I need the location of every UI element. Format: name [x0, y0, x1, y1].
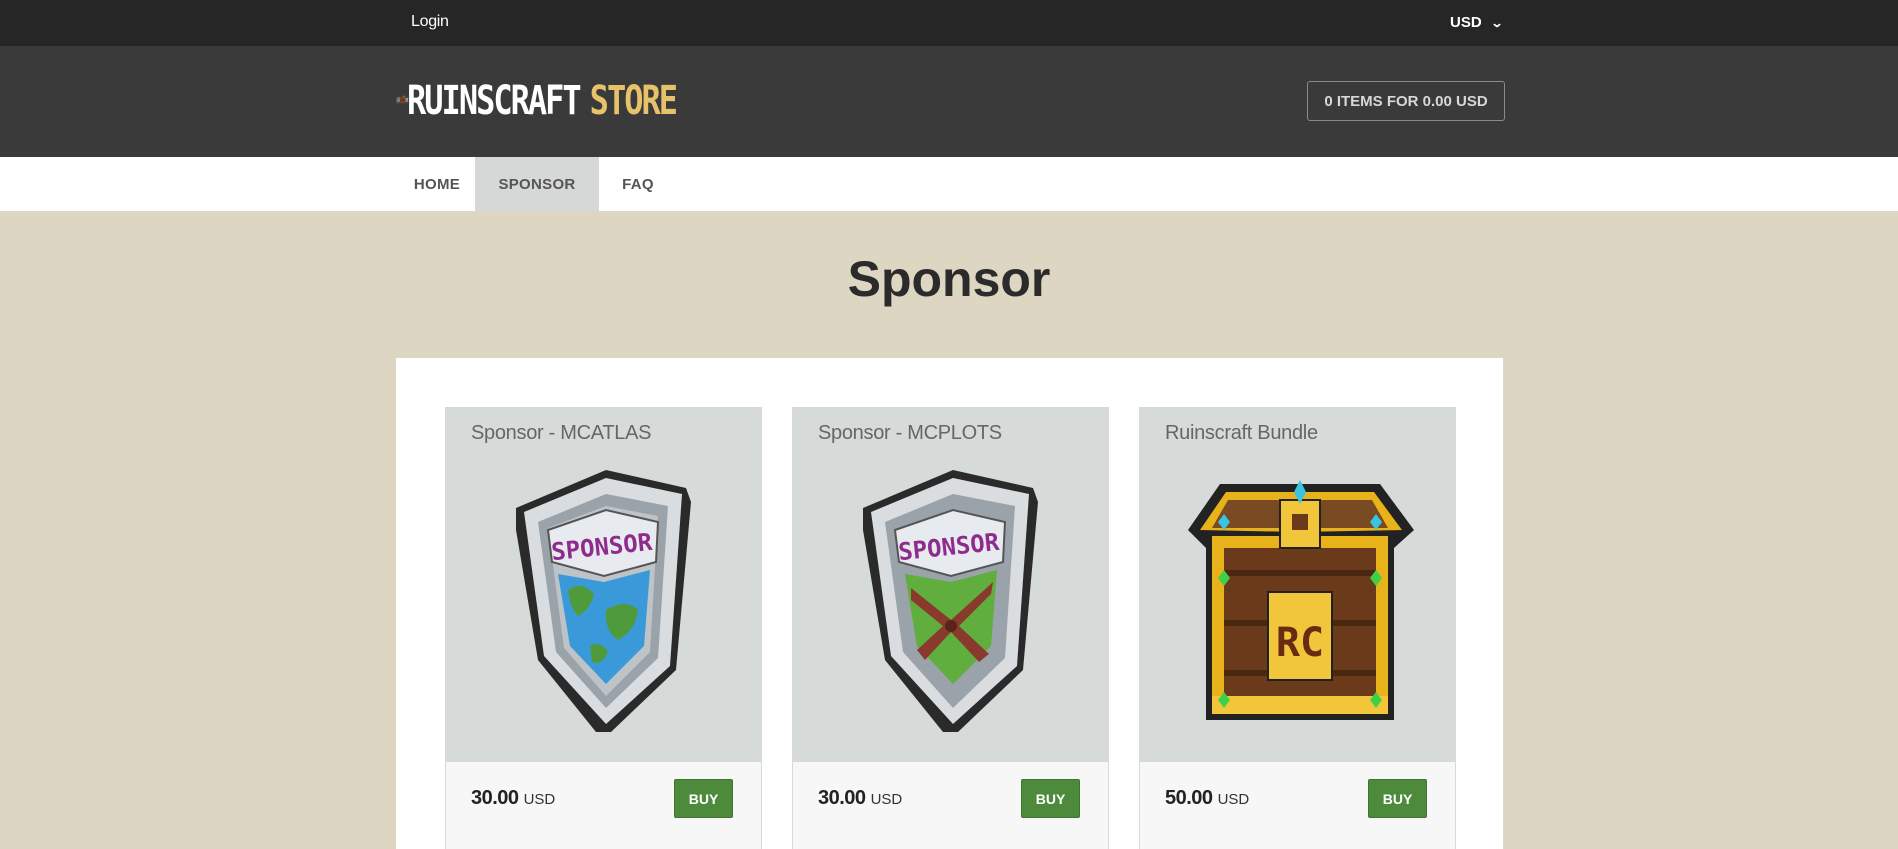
- currency-selector[interactable]: USD ⌄: [1450, 14, 1504, 31]
- product-card-header: Ruinscraft Bundle RC: [1140, 408, 1455, 762]
- treasure-chest-icon[interactable]: RC: [1180, 470, 1420, 740]
- product-card-header: Sponsor - MCPLOTS SPONSOR: [793, 408, 1108, 762]
- product-card: Sponsor - MCATLAS SPONSOR 30.00 USD BUY: [445, 407, 762, 849]
- currency-label: USD: [1450, 14, 1482, 31]
- product-price: 30.00 USD: [818, 787, 902, 810]
- site-header: RUINSCRAFT STORE 0 ITEMS FOR 0.00 USD: [0, 46, 1898, 157]
- cart-button[interactable]: 0 ITEMS FOR 0.00 USD: [1307, 81, 1505, 121]
- price-amount: 50.00: [1165, 787, 1213, 809]
- sponsor-shield-globe-icon[interactable]: SPONSOR: [486, 470, 726, 740]
- nav-item-home[interactable]: HOME: [396, 157, 478, 211]
- price-currency: USD: [523, 791, 556, 808]
- logo-text-main: RUINSCRAFT: [407, 76, 582, 124]
- price-amount: 30.00: [818, 787, 866, 809]
- product-price: 30.00 USD: [471, 787, 555, 810]
- chest-badge-text: RC: [1276, 620, 1324, 666]
- buy-button[interactable]: BUY: [674, 779, 733, 818]
- product-title[interactable]: Sponsor - MCPLOTS: [818, 422, 1002, 445]
- store-logo[interactable]: RUINSCRAFT STORE: [396, 68, 678, 132]
- top-bar: Login USD ⌄: [0, 0, 1898, 46]
- product-title[interactable]: Ruinscraft Bundle: [1165, 422, 1318, 445]
- price-currency: USD: [1217, 791, 1250, 808]
- product-card-header: Sponsor - MCATLAS SPONSOR: [446, 408, 761, 762]
- main-nav: HOME SPONSOR FAQ: [0, 157, 1898, 211]
- login-link[interactable]: Login: [411, 13, 449, 31]
- price-amount: 30.00: [471, 787, 519, 809]
- nav-item-faq[interactable]: FAQ: [602, 157, 674, 211]
- product-card: Sponsor - MCPLOTS SPONSOR 30.00 USD BUY: [792, 407, 1109, 849]
- page-title: Sponsor: [847, 251, 1051, 307]
- buy-button[interactable]: BUY: [1368, 779, 1427, 818]
- logo-text-store: STORE: [589, 76, 678, 124]
- product-price: 50.00 USD: [1165, 787, 1249, 810]
- product-title[interactable]: Sponsor - MCATLAS: [471, 422, 651, 445]
- logo-wordmark: RUINSCRAFT STORE: [407, 76, 678, 124]
- buy-button[interactable]: BUY: [1021, 779, 1080, 818]
- price-currency: USD: [870, 791, 903, 808]
- sponsor-shield-plots-icon[interactable]: SPONSOR: [833, 470, 1073, 740]
- chevron-down-icon: ⌄: [1490, 15, 1504, 30]
- products-panel: Sponsor - MCATLAS SPONSOR 30.00 USD BUY …: [396, 358, 1503, 849]
- product-card: Ruinscraft Bundle RC 50.00 USD BUY: [1139, 407, 1456, 849]
- nav-item-sponsor[interactable]: SPONSOR: [475, 157, 599, 211]
